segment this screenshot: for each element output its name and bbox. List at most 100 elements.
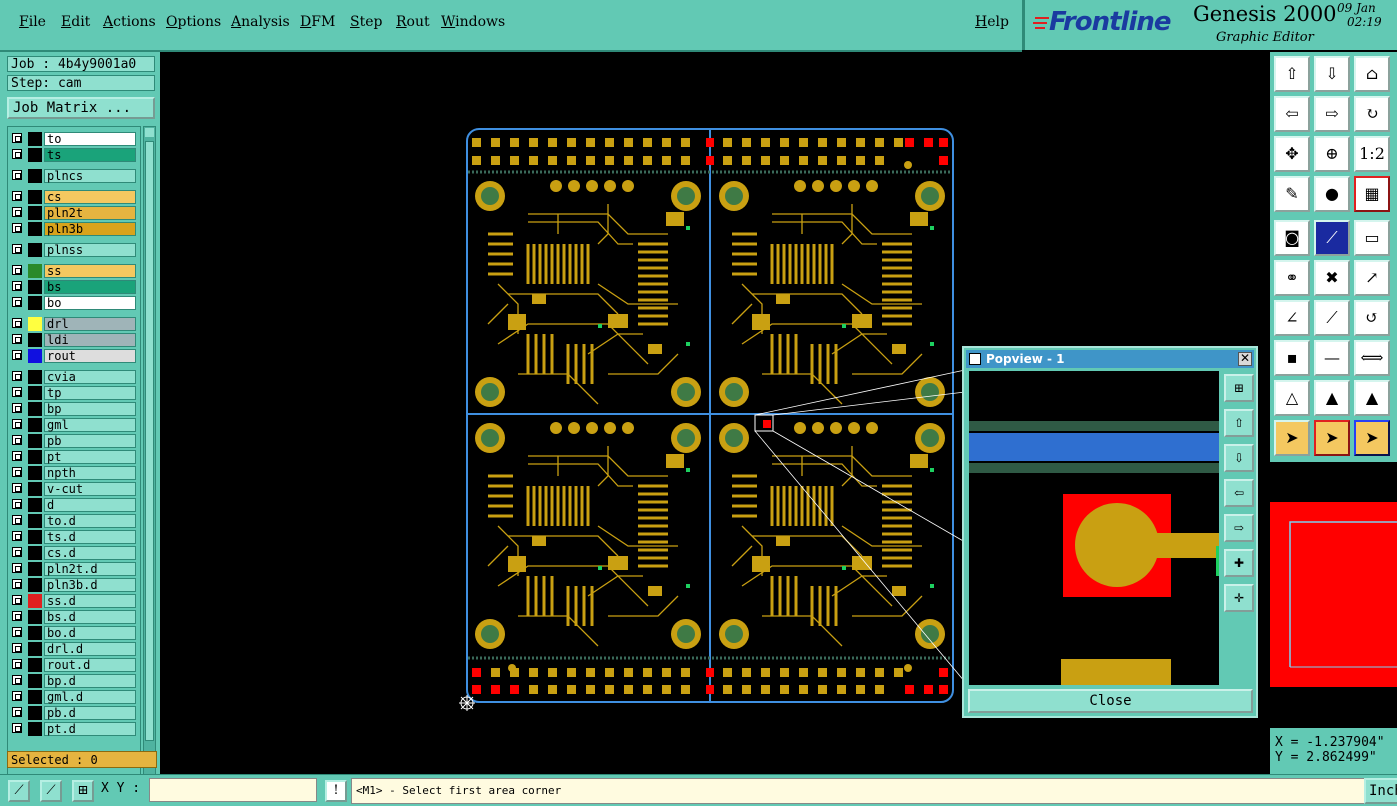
overview-preview[interactable] xyxy=(1270,462,1397,728)
layer-list-scrollbar[interactable] xyxy=(143,126,156,794)
pin-icon[interactable]: ● xyxy=(1314,176,1350,212)
menu-actions[interactable]: Actions xyxy=(103,14,156,30)
pad-icon[interactable]: ▪ xyxy=(1274,340,1310,376)
layer-name[interactable]: ts.d xyxy=(44,530,136,544)
layer-checkbox[interactable] xyxy=(12,707,22,717)
units-button[interactable]: Inch xyxy=(1364,778,1397,804)
layer-color-swatch[interactable] xyxy=(28,370,42,384)
layer-name[interactable]: pb.d xyxy=(44,706,136,720)
layers-icon[interactable]: ▦ xyxy=(1354,176,1390,212)
layer-color-swatch[interactable] xyxy=(28,402,42,416)
layer-row[interactable]: npth xyxy=(10,466,140,480)
layer-row[interactable]: bs.d xyxy=(10,610,140,624)
layer-row[interactable]: gml xyxy=(10,418,140,432)
layer-name[interactable]: bo xyxy=(44,296,136,310)
menu-windows[interactable]: Windows xyxy=(441,14,505,30)
layer-name[interactable]: cs.d xyxy=(44,546,136,560)
popview-pan-right-icon[interactable]: ⇨ xyxy=(1224,514,1254,542)
select-pointer-icon[interactable]: ➤ xyxy=(1274,420,1310,456)
grid-icon[interactable]: ⊞ xyxy=(72,780,94,802)
layer-color-swatch[interactable] xyxy=(28,280,42,294)
popview-zoom-out-icon[interactable]: ✛ xyxy=(1224,584,1254,612)
layer-checkbox[interactable] xyxy=(12,207,22,217)
layer-row[interactable]: ss xyxy=(10,264,140,278)
layer-row[interactable]: tp xyxy=(10,386,140,400)
layer-checkbox[interactable] xyxy=(12,223,22,233)
pan-right-icon[interactable]: ⇨ xyxy=(1314,96,1350,132)
layer-row[interactable]: plnss xyxy=(10,243,140,257)
layer-name[interactable]: ss.d xyxy=(44,594,136,608)
layer-color-swatch[interactable] xyxy=(28,690,42,704)
layer-color-swatch[interactable] xyxy=(28,148,42,162)
layer-name[interactable]: pt.d xyxy=(44,722,136,736)
dash-icon[interactable]: — xyxy=(1314,340,1350,376)
zoom-one-to-one-icon[interactable]: 1:2 xyxy=(1354,136,1390,172)
layer-color-swatch[interactable] xyxy=(28,466,42,480)
layer-row[interactable]: pln3b xyxy=(10,222,140,236)
layer-name[interactable]: to.d xyxy=(44,514,136,528)
layer-checkbox[interactable] xyxy=(12,149,22,159)
polygon-select-icon[interactable]: ➤ xyxy=(1354,420,1390,456)
layer-color-swatch[interactable] xyxy=(28,594,42,608)
layer-name[interactable]: pln3b.d xyxy=(44,578,136,592)
layer-color-swatch[interactable] xyxy=(28,578,42,592)
layer-row[interactable]: pln2t xyxy=(10,206,140,220)
layer-row[interactable]: plncs xyxy=(10,169,140,183)
popview-pan-left-icon[interactable]: ⇦ xyxy=(1224,479,1254,507)
layer-color-swatch[interactable] xyxy=(28,722,42,736)
layer-color-swatch[interactable] xyxy=(28,610,42,624)
cross-icon[interactable]: ✖ xyxy=(1314,260,1350,296)
layer-color-swatch[interactable] xyxy=(28,132,42,146)
layer-name[interactable]: pln2t xyxy=(44,206,136,220)
layer-checkbox[interactable] xyxy=(12,170,22,180)
layer-color-swatch[interactable] xyxy=(28,706,42,720)
triangle-edit-icon[interactable]: ▲ xyxy=(1354,380,1390,416)
layer-name[interactable]: pb xyxy=(44,434,136,448)
layer-name[interactable]: bp.d xyxy=(44,674,136,688)
layer-name[interactable]: plnss xyxy=(44,243,136,257)
pan-down-icon[interactable]: ⇩ xyxy=(1314,56,1350,92)
layer-checkbox[interactable] xyxy=(12,334,22,344)
scroll-thumb[interactable] xyxy=(145,141,154,741)
popview-pan-down-icon[interactable]: ⇩ xyxy=(1224,444,1254,472)
layer-checkbox[interactable] xyxy=(12,265,22,275)
layer-color-swatch[interactable] xyxy=(28,482,42,496)
pan-left-icon[interactable]: ⇦ xyxy=(1274,96,1310,132)
layer-checkbox[interactable] xyxy=(12,627,22,637)
layer-name[interactable]: cvia xyxy=(44,370,136,384)
menu-file[interactable]: File xyxy=(19,14,46,30)
layer-row[interactable]: d xyxy=(10,498,140,512)
layer-name[interactable]: rout xyxy=(44,349,136,363)
layer-color-swatch[interactable] xyxy=(28,243,42,257)
menu-rout[interactable]: Rout xyxy=(396,14,430,30)
layer-name[interactable]: bs xyxy=(44,280,136,294)
layer-color-swatch[interactable] xyxy=(28,530,42,544)
layer-color-swatch[interactable] xyxy=(28,349,42,363)
layer-row[interactable]: bs xyxy=(10,280,140,294)
menu-help[interactable]: Help xyxy=(975,14,1009,30)
menu-options[interactable]: Options xyxy=(166,14,221,30)
layer-checkbox[interactable] xyxy=(12,563,22,573)
line-tool-icon[interactable]: ⟋ xyxy=(1314,220,1350,256)
layer-color-swatch[interactable] xyxy=(28,206,42,220)
layer-row[interactable]: rout xyxy=(10,349,140,363)
ruler-icon[interactable]: ▭ xyxy=(1354,220,1390,256)
triangle-icon[interactable]: △ xyxy=(1274,380,1310,416)
layer-row[interactable]: pb xyxy=(10,434,140,448)
layer-row[interactable]: rout.d xyxy=(10,658,140,672)
layer-name[interactable]: tp xyxy=(44,386,136,400)
layer-row[interactable]: bp.d xyxy=(10,674,140,688)
home-icon[interactable]: ⌂ xyxy=(1354,56,1390,92)
layer-color-swatch[interactable] xyxy=(28,264,42,278)
layer-color-swatch[interactable] xyxy=(28,190,42,204)
arc-icon[interactable]: ↺ xyxy=(1354,300,1390,336)
layer-color-swatch[interactable] xyxy=(28,514,42,528)
layer-row[interactable]: to xyxy=(10,132,140,146)
layer-row[interactable]: drl.d xyxy=(10,642,140,656)
menu-analysis[interactable]: Analysis xyxy=(231,14,290,30)
layer-checkbox[interactable] xyxy=(12,435,22,445)
layer-row[interactable]: pt xyxy=(10,450,140,464)
popview-zoom-in-icon[interactable]: ✚ xyxy=(1224,549,1254,577)
redraw-icon[interactable]: ↻ xyxy=(1354,96,1390,132)
scroll-up-icon[interactable] xyxy=(145,128,154,137)
